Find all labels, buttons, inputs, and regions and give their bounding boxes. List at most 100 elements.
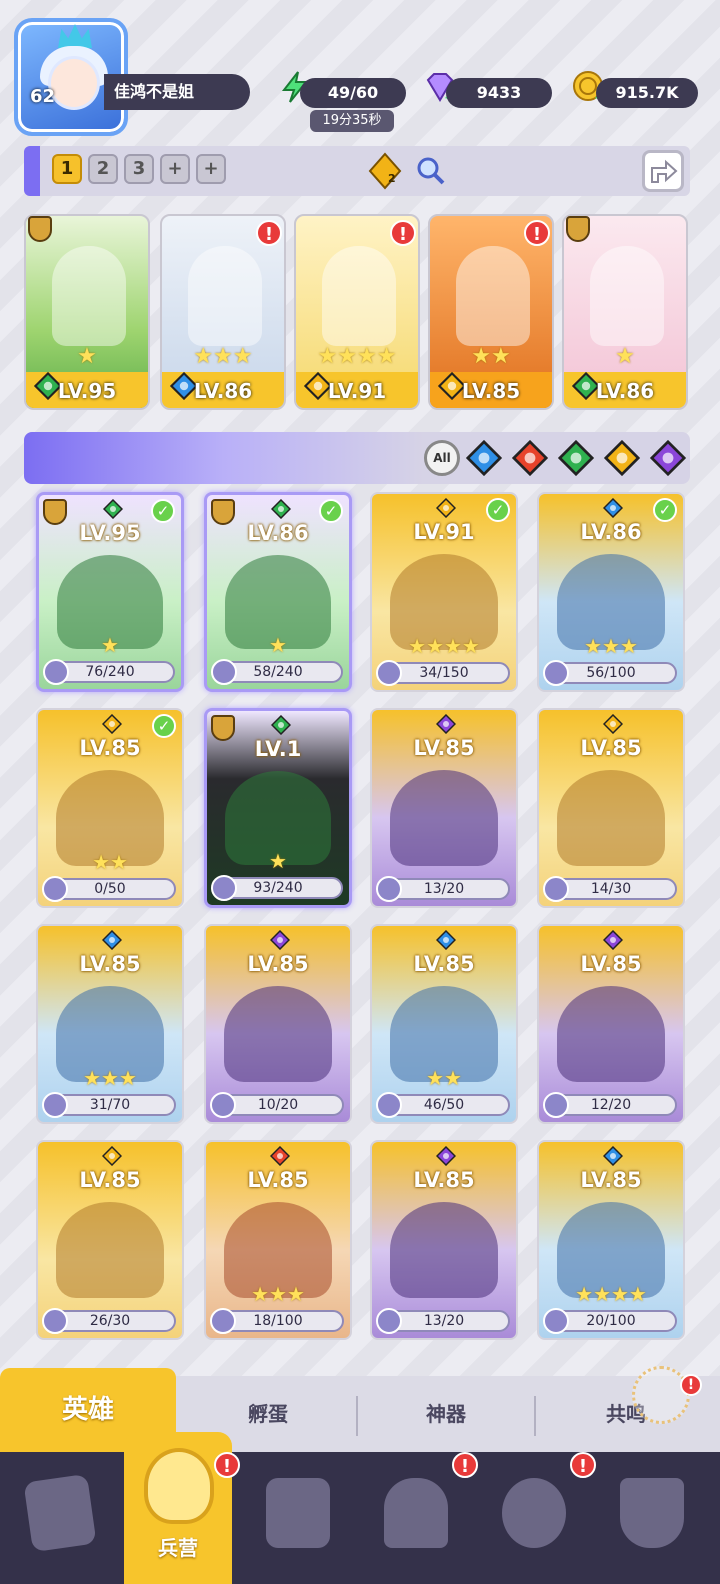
team-slot-add-2[interactable]: + — [196, 154, 226, 184]
player-level: 62 — [30, 86, 56, 107]
hero-stars: ★★★ — [251, 1282, 305, 1306]
team-member-card[interactable]: ★ LV.95 — [24, 214, 150, 410]
hero-card[interactable]: LV.85 13/20 — [370, 708, 518, 908]
hero-stars: ★ — [615, 344, 635, 369]
light-element-icon — [101, 1145, 123, 1167]
dark-element-icon — [435, 1145, 457, 1167]
hero-card[interactable]: LV.85 ★★★★ 20/100 — [537, 1140, 685, 1340]
guild-alert-icon: ! — [570, 1452, 596, 1478]
hero-card[interactable]: LV.85 ★★ 46/50 — [370, 924, 518, 1124]
hero-card[interactable]: LV.85 14/30 — [537, 708, 685, 908]
new-alert-icon: ! — [524, 220, 550, 246]
hero-level: LV.86 — [193, 379, 253, 403]
hero-level: LV.85 — [247, 952, 309, 976]
shard-progress: 10/20 — [210, 1092, 344, 1118]
shard-count: 93/240 — [253, 880, 303, 896]
water-element-icon — [435, 929, 457, 951]
light-element-icon — [602, 713, 624, 735]
team-slot-1[interactable]: 1 — [52, 154, 82, 184]
tab-artifact[interactable]: 神器 — [358, 1376, 534, 1452]
hero-card[interactable]: ✓ LV.95 ★ 76/240 — [36, 492, 184, 692]
castle-alert-icon: ! — [452, 1452, 478, 1478]
nav-barracks-label: 兵营 — [158, 1536, 198, 1560]
dark-element-icon — [269, 929, 291, 951]
hero-card[interactable]: ✓ LV.86 ★ 58/240 — [204, 492, 352, 692]
shard-progress: 20/100 — [543, 1308, 677, 1334]
shard-progress: 46/50 — [376, 1092, 510, 1118]
team-scroll-count: 2 — [388, 172, 396, 185]
shard-count: 31/70 — [89, 1097, 131, 1113]
hero-card[interactable]: LV.85 26/30 — [36, 1140, 184, 1340]
shard-progress: 13/20 — [376, 1308, 510, 1334]
hero-level: LV.85 — [413, 1168, 475, 1192]
hero-portrait — [456, 246, 530, 346]
nav-guild[interactable] — [494, 1470, 574, 1560]
hero-card[interactable]: LV.85 12/20 — [537, 924, 685, 1124]
hero-level: LV.91 — [327, 379, 387, 403]
hero-stars: ★ — [101, 633, 119, 657]
hero-level: LV.85 — [461, 379, 521, 403]
resonance-alert-icon: ! — [680, 1374, 702, 1396]
hero-portrait — [390, 1202, 498, 1298]
summon-ring-button[interactable] — [632, 1366, 690, 1424]
castle-icon — [384, 1478, 448, 1548]
rank-shield-icon — [28, 216, 52, 242]
share-button[interactable] — [642, 150, 684, 192]
hero-card[interactable]: ✓ LV.86 ★★★ 56/100 — [537, 492, 685, 692]
hero-portrait — [188, 246, 262, 346]
shard-progress: 13/20 — [376, 876, 510, 902]
team-slot-2[interactable]: 2 — [88, 154, 118, 184]
hero-card[interactable]: LV.85 13/20 — [370, 1140, 518, 1340]
hero-stars: ★ — [269, 633, 287, 657]
shard-count: 58/240 — [253, 664, 303, 680]
hero-level: LV.85 — [79, 1168, 141, 1192]
energy-value[interactable]: 49/60 — [300, 78, 406, 108]
hero-card[interactable]: ✓ LV.91 ★★★★ 34/150 — [370, 492, 518, 692]
filter-dark-icon[interactable] — [649, 439, 687, 477]
hero-card[interactable]: ✓ LV.85 ★★ 0/50 — [36, 708, 184, 908]
search-icon[interactable] — [414, 154, 446, 186]
gold-value[interactable]: 915.7K — [596, 78, 698, 108]
hero-card[interactable]: LV.85 10/20 — [204, 924, 352, 1124]
hero-level: LV.85 — [79, 952, 141, 976]
hero-level: LV.1 — [254, 737, 302, 761]
team-slot-add-1[interactable]: + — [160, 154, 190, 184]
team-scroll-icon[interactable] — [366, 152, 404, 190]
shard-progress: 14/30 — [543, 876, 677, 902]
hero-portrait — [52, 246, 126, 346]
shard-progress: 34/150 — [376, 660, 510, 686]
nav-cards[interactable] — [20, 1470, 100, 1560]
nav-castle[interactable] — [376, 1470, 456, 1560]
nav-map[interactable] — [258, 1470, 338, 1560]
energy-timer: 19分35秒 — [310, 110, 394, 132]
gem-value[interactable]: 9433 — [446, 78, 552, 108]
guild-icon — [502, 1478, 566, 1548]
team-member-card[interactable]: ★ LV.86 — [562, 214, 688, 410]
in-team-check-icon: ✓ — [152, 714, 176, 738]
team-slot-3[interactable]: 3 — [124, 154, 154, 184]
nav-barracks[interactable]: 兵营 — [124, 1432, 232, 1584]
share-icon — [651, 159, 678, 183]
hero-level: LV.85 — [580, 1168, 642, 1192]
hero-stars: ★★★ — [193, 344, 253, 369]
shard-count: 26/30 — [89, 1313, 131, 1329]
hero-stars: ★★★ — [584, 634, 638, 658]
hero-card[interactable]: LV.85 ★★★ 18/100 — [204, 1140, 352, 1340]
nav-banner[interactable] — [612, 1470, 692, 1560]
player-name[interactable]: 佳鸿不是姐 — [104, 74, 250, 110]
filter-fire-icon[interactable] — [511, 439, 549, 477]
hero-stars: ★★★★ — [575, 1282, 647, 1306]
light-element-icon — [101, 713, 123, 735]
filter-water-icon[interactable] — [465, 439, 503, 477]
hero-portrait — [322, 246, 396, 346]
hero-card[interactable]: LV.1 ★ 93/240 — [204, 708, 352, 908]
rank-shield-icon — [566, 216, 590, 242]
shard-progress: 18/100 — [210, 1308, 344, 1334]
filter-wind-icon[interactable] — [557, 439, 595, 477]
filter-light-icon[interactable] — [603, 439, 641, 477]
wind-element-icon — [270, 714, 292, 736]
cards-icon — [23, 1473, 97, 1553]
hero-card[interactable]: LV.85 ★★★ 31/70 — [36, 924, 184, 1124]
hero-level: LV.85 — [580, 952, 642, 976]
filter-all-button[interactable]: All — [424, 440, 460, 476]
